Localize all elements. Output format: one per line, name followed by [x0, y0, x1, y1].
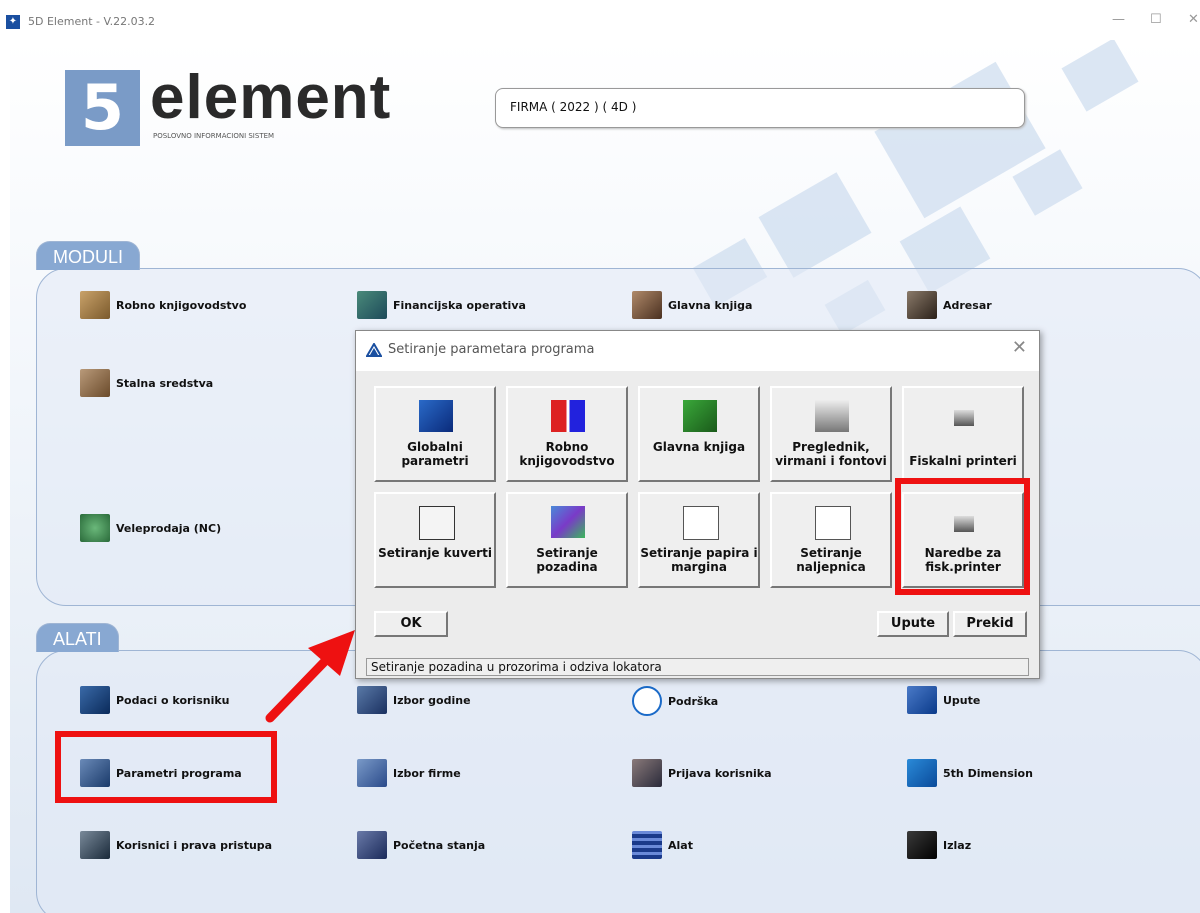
tool-upute[interactable]: Upute: [907, 686, 980, 714]
module-robno[interactable]: Robno knjigovodstvo: [80, 291, 246, 319]
module-financijska[interactable]: Financijska operativa: [357, 291, 526, 319]
company-field[interactable]: FIRMA ( 2022 ) ( 4D ): [495, 88, 1025, 128]
title-bar: ✦ 5D Element - V.22.03.2 — ☐ ✕: [0, 0, 1200, 40]
btn-preglednik[interactable]: Preglednik, virmani i fontovi: [770, 386, 892, 482]
support-chat-icon: [632, 686, 662, 716]
minimize-button[interactable]: —: [1112, 12, 1125, 27]
module-glavna[interactable]: Glavna knjiga: [632, 291, 752, 319]
initial-state-icon: [357, 831, 387, 859]
annotation-arrow-icon: [265, 630, 355, 723]
address-book-icon: [907, 291, 937, 319]
module-veleprodaja[interactable]: Veleprodaja (NC): [80, 514, 221, 542]
btn-papira[interactable]: Setiranje papira i margina: [638, 492, 760, 588]
btn-fiskalni[interactable]: Fiskalni printeri: [902, 386, 1024, 482]
tool-podaci[interactable]: Podaci o korisniku: [80, 686, 230, 714]
company-value: FIRMA ( 2022 ) ( 4D ): [510, 100, 637, 114]
ok-button[interactable]: OK: [374, 611, 448, 637]
ledger-icon: [632, 291, 662, 319]
tool-korisnici[interactable]: Korisnici i prava pristupa: [80, 831, 272, 859]
company-icon: [357, 759, 387, 787]
dialog-status-bar: Setiranje pozadina u prozorima i odziva …: [366, 658, 1029, 676]
tool-5th-dimension[interactable]: 5th Dimension: [907, 759, 1033, 787]
tool-izbor-godine[interactable]: Izbor godine: [357, 686, 471, 714]
access-rights-icon: [80, 831, 110, 859]
tool-podrska[interactable]: Podrška: [632, 686, 718, 716]
page-margins-icon: [683, 506, 719, 540]
close-button[interactable]: ✕: [1188, 12, 1199, 27]
btn-kuverti[interactable]: Setiranje kuverti: [374, 492, 496, 588]
btn-pozadina[interactable]: Setiranje pozadina: [506, 492, 628, 588]
window-title: 5D Element - V.22.03.2: [28, 15, 156, 28]
btn-globalni[interactable]: Globalni parametri: [374, 386, 496, 482]
highlight-parametri: [55, 731, 277, 803]
help-icon: [907, 686, 937, 714]
5th-dimension-icon: [907, 759, 937, 787]
tool-prijava[interactable]: Prijava korisnika: [632, 759, 772, 787]
warehouse-icon: [80, 291, 110, 319]
labels-icon: [815, 506, 851, 540]
dialog-close-icon[interactable]: ✕: [1012, 337, 1027, 358]
module-stalna[interactable]: Stalna sredstva: [80, 369, 213, 397]
exit-icon: [907, 831, 937, 859]
logo-wordmark: element: [150, 63, 392, 132]
highlight-naredbe: [895, 478, 1030, 595]
logo-subtitle: POSLOVNO INFORMACIONI SISTEM: [153, 132, 275, 140]
tool-grid-icon: [632, 831, 662, 859]
login-users-icon: [632, 759, 662, 787]
binders-icon: [551, 400, 585, 432]
btn-naljepnica[interactable]: Setiranje naljepnica: [770, 492, 892, 588]
dialog-title: Setiranje parametara programa: [388, 342, 595, 357]
finance-icon: [357, 291, 387, 319]
wholesale-icon: [80, 514, 110, 542]
upute-button[interactable]: Upute: [877, 611, 949, 637]
envelope-icon: [419, 506, 455, 540]
magic-wand-icon: [419, 400, 453, 432]
maximize-button[interactable]: ☐: [1150, 12, 1162, 27]
alati-title: ALATI: [36, 623, 119, 652]
app-triangle-icon: [366, 342, 382, 357]
printer-icon: [815, 400, 849, 432]
logo-mark: 5: [65, 70, 140, 146]
assets-icon: [80, 369, 110, 397]
tool-izbor-firme[interactable]: Izbor firme: [357, 759, 461, 787]
module-adresar[interactable]: Adresar: [907, 291, 992, 319]
user-data-icon: [80, 686, 110, 714]
tool-pocetna[interactable]: Početna stanja: [357, 831, 485, 859]
moduli-title: MODULI: [36, 241, 141, 270]
app-icon: ✦: [6, 15, 20, 29]
btn-robno[interactable]: Robno knjigovodstvo: [506, 386, 628, 482]
paint-brush-icon: [551, 506, 585, 538]
fiscal-printer-icon: [954, 410, 974, 426]
circuit-board-icon: [683, 400, 717, 432]
tool-izlaz[interactable]: Izlaz: [907, 831, 971, 859]
prekid-button[interactable]: Prekid: [953, 611, 1027, 637]
tool-alat[interactable]: Alat: [632, 831, 693, 859]
btn-glavna[interactable]: Glavna knjiga: [638, 386, 760, 482]
